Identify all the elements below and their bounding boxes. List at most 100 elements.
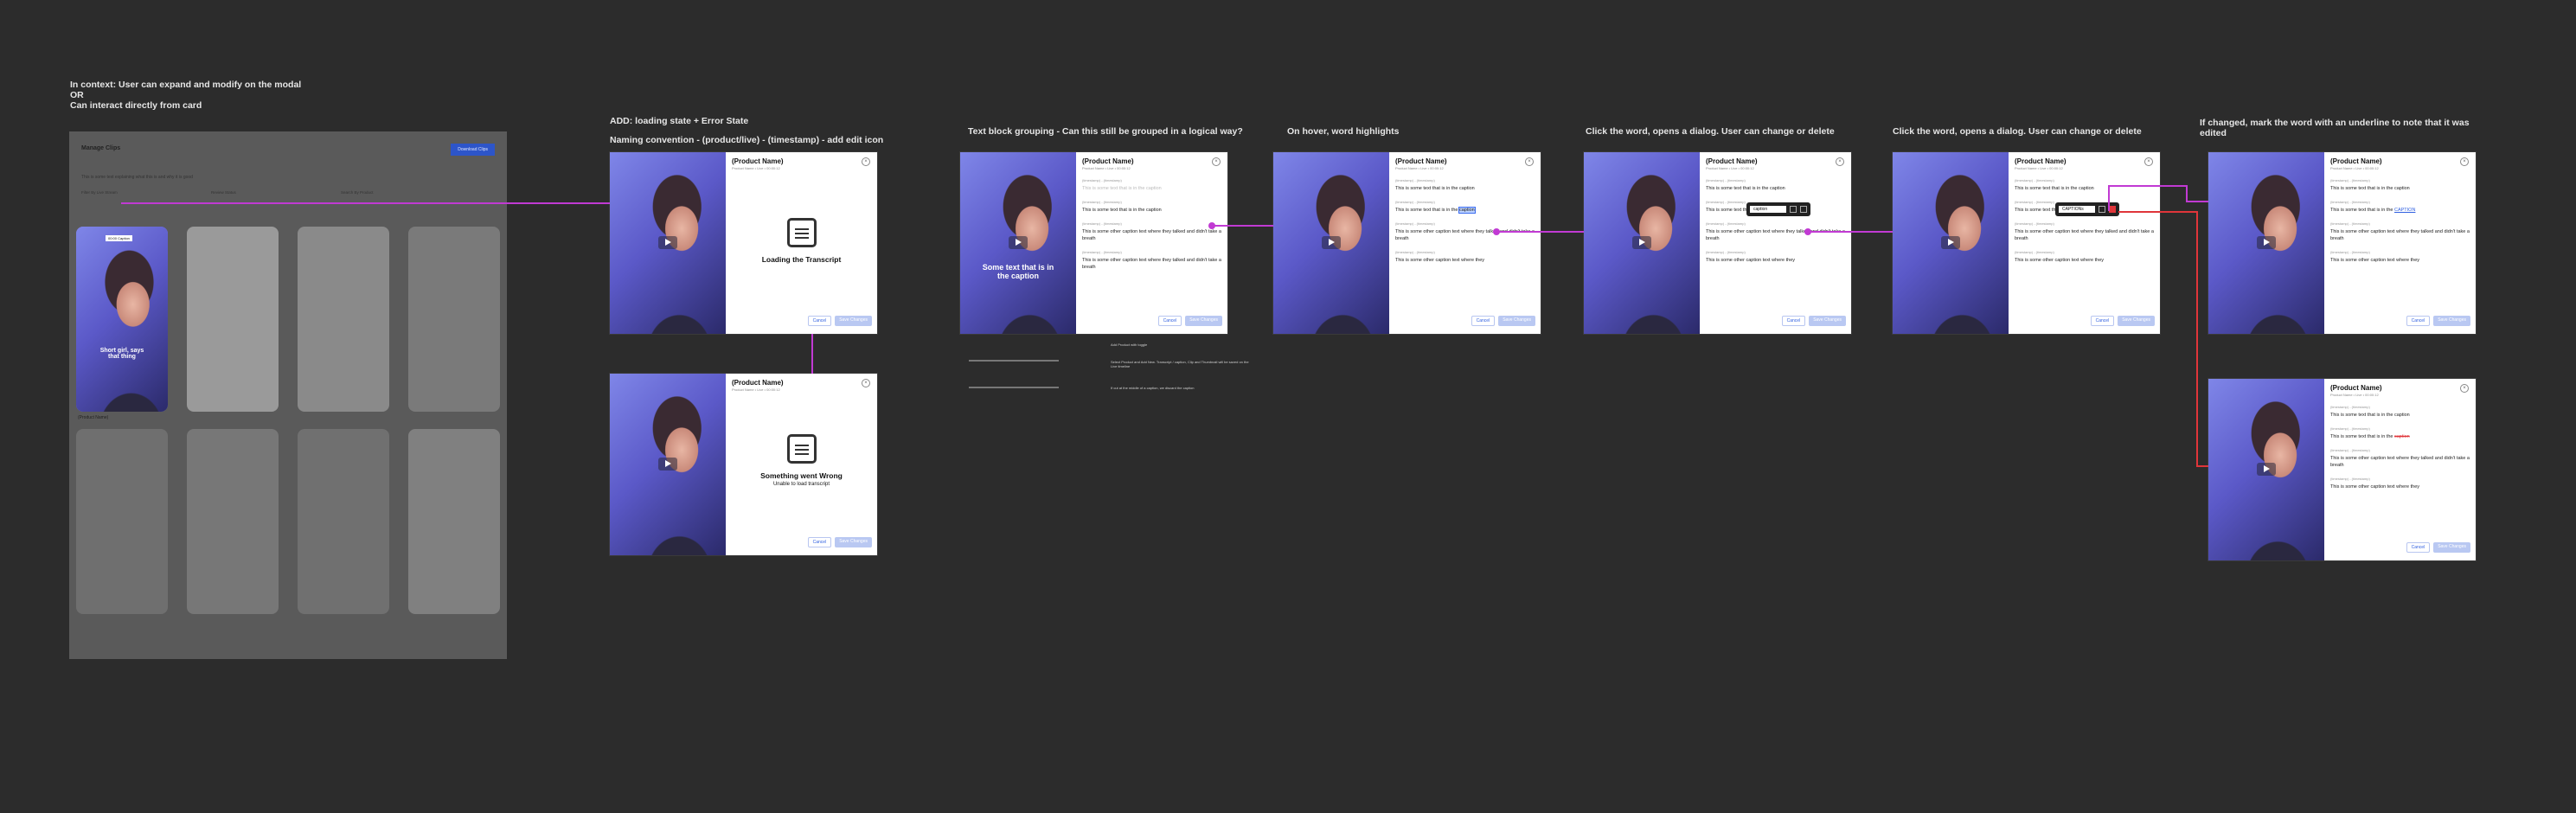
product-subtitle: Product Name • Live • 00:00:12	[732, 387, 780, 392]
caption-line[interactable]: This is some other caption text where th…	[2330, 483, 2470, 490]
play-icon[interactable]	[2257, 236, 2276, 249]
filter-live-stream[interactable]: Filter By Live Stream	[81, 190, 118, 195]
clip-card-1[interactable]: 00:00 Caption Short girl, says that thin…	[76, 227, 168, 412]
filter-review-status[interactable]: Review Status	[211, 190, 236, 195]
caption-line[interactable]: This is some other caption text where th…	[2330, 257, 2470, 264]
trim-slider-1[interactable]	[969, 360, 1059, 362]
save-button[interactable]: Save Changes	[2433, 542, 2470, 553]
clip-card-7[interactable]	[298, 429, 389, 614]
close-icon[interactable]: ×	[1836, 157, 1844, 166]
deleted-word[interactable]: caption	[2394, 434, 2410, 439]
play-icon[interactable]	[658, 236, 677, 249]
cancel-button[interactable]: Cancel	[2406, 542, 2431, 553]
caption-line[interactable]: This is some text that is in the caption	[2330, 185, 2470, 192]
caption-line[interactable]: This is some other caption text where th…	[2330, 228, 2470, 242]
product-subtitle: Product Name • Live • 00:00:12	[2330, 393, 2379, 397]
caption-line[interactable]: This is some text that is in the caption	[1395, 185, 1535, 192]
caption-line[interactable]: This is some other caption text where th…	[2015, 257, 2154, 264]
caption-line[interactable]: This is some other caption text where th…	[2015, 228, 2154, 242]
caption-line[interactable]: This is some other caption text where th…	[1082, 228, 1221, 242]
cancel-button[interactable]: Cancel	[1781, 316, 1806, 326]
note-hover: On hover, word highlights	[1287, 126, 1400, 137]
video-preview[interactable]	[2208, 379, 2324, 560]
caption-chip[interactable]: 00:00 Caption	[106, 235, 132, 241]
cancel-button[interactable]: Cancel	[807, 537, 832, 547]
close-icon[interactable]: ×	[2144, 157, 2153, 166]
grid-title: Manage Clips	[81, 145, 121, 151]
play-icon[interactable]	[1322, 236, 1341, 249]
video-preview[interactable]	[610, 374, 726, 555]
save-button[interactable]: Save Changes	[1809, 316, 1846, 326]
confirm-icon[interactable]	[1790, 206, 1797, 213]
modal-grouping: Some text that is in the caption (Produc…	[960, 152, 1227, 334]
caption-timestamp: (timestamp) - (timestamp)	[2330, 448, 2370, 452]
save-button[interactable]: Save Changes	[835, 537, 872, 547]
clip-card-5[interactable]	[76, 429, 168, 614]
cancel-button[interactable]: Cancel	[807, 316, 832, 326]
caption-line[interactable]: This is some text that is in the caption	[1082, 185, 1221, 192]
caption-timestamp: (timestamp) - (timestamp)	[2330, 405, 2370, 409]
caption-timestamp: (timestamp) - (timestamp)	[2015, 178, 2054, 182]
mini-note-1: Add Product with toggle	[1111, 342, 1148, 347]
save-button[interactable]: Save Changes	[835, 316, 872, 326]
caption-line[interactable]: This is some other caption text where th…	[1706, 257, 1845, 264]
connector-line-red	[2196, 465, 2208, 467]
cancel-button[interactable]: Cancel	[1471, 316, 1496, 326]
caption-line-hover[interactable]: This is some text that is in the caption	[1395, 207, 1535, 214]
caption-line-edited[interactable]: This is some text that is in the CAPTION	[2330, 207, 2470, 214]
edited-word[interactable]: CAPTION	[2394, 208, 2415, 213]
close-icon[interactable]: ×	[2460, 384, 2469, 393]
caption-line[interactable]: This is some text that is in the caption	[1082, 207, 1221, 214]
play-icon[interactable]	[1632, 236, 1651, 249]
save-button[interactable]: Save Changes	[1498, 316, 1535, 326]
play-icon[interactable]	[2257, 463, 2276, 476]
word-input[interactable]: CAPTIONs	[2059, 206, 2095, 213]
caption-line[interactable]: This is some other caption text where th…	[1395, 257, 1535, 264]
download-clips-button[interactable]: Download Clips	[451, 144, 495, 156]
caption-line[interactable]: This is some other caption text where th…	[2330, 455, 2470, 469]
play-icon[interactable]	[1941, 236, 1960, 249]
video-preview[interactable]	[2208, 152, 2324, 334]
video-preview[interactable]	[1584, 152, 1700, 334]
video-preview[interactable]	[1273, 152, 1389, 334]
clip-card-8[interactable]	[408, 429, 500, 614]
trash-icon[interactable]	[1800, 206, 1807, 213]
connector-line-red	[2196, 211, 2198, 467]
caption-line-deleted[interactable]: This is some text that is in the caption	[2330, 433, 2470, 440]
video-preview[interactable]: Some text that is in the caption	[960, 152, 1076, 334]
clip-card-4[interactable]	[408, 227, 500, 412]
close-icon[interactable]: ×	[862, 379, 870, 387]
caption-line[interactable]: This is some other caption text where th…	[1082, 257, 1221, 271]
save-button[interactable]: Save Changes	[2118, 316, 2155, 326]
close-icon[interactable]: ×	[1525, 157, 1534, 166]
caption-timestamp: (timestamp) - (timestamp)	[2015, 221, 2054, 226]
word-input[interactable]: caption	[1750, 206, 1786, 213]
highlighted-word[interactable]: caption	[1458, 207, 1476, 214]
play-icon[interactable]	[1009, 236, 1028, 249]
close-icon[interactable]: ×	[862, 157, 870, 166]
video-preview[interactable]	[610, 152, 726, 334]
video-preview[interactable]	[1893, 152, 2009, 334]
caption-line[interactable]: This is some text that is in the caption	[1706, 185, 1845, 192]
confirm-icon[interactable]	[2099, 206, 2105, 213]
caption-line[interactable]: This is some text that is in the caption	[2330, 412, 2470, 419]
note-grouping: Text block grouping - Can this still be …	[968, 126, 1243, 137]
cancel-button[interactable]: Cancel	[2090, 316, 2115, 326]
cancel-button[interactable]: Cancel	[2406, 316, 2431, 326]
close-icon[interactable]: ×	[1212, 157, 1221, 166]
cancel-button[interactable]: Cancel	[1157, 316, 1182, 326]
filter-search-product[interactable]: Search By Product	[341, 190, 374, 195]
save-button[interactable]: Save Changes	[2433, 316, 2470, 326]
trim-slider-2[interactable]	[969, 387, 1059, 388]
caption-timestamp: (timestamp) - (timestamp)	[2330, 200, 2370, 204]
clip-card-2[interactable]	[187, 227, 279, 412]
save-button[interactable]: Save Changes	[1185, 316, 1222, 326]
play-icon[interactable]	[658, 458, 677, 471]
connector-line	[1808, 231, 1893, 233]
connector-line	[811, 334, 813, 374]
clip-card-6[interactable]	[187, 429, 279, 614]
clip-card-3[interactable]	[298, 227, 389, 412]
error-title: Something went Wrong	[760, 471, 843, 480]
close-icon[interactable]: ×	[2460, 157, 2469, 166]
trash-icon[interactable]	[2109, 206, 2116, 213]
